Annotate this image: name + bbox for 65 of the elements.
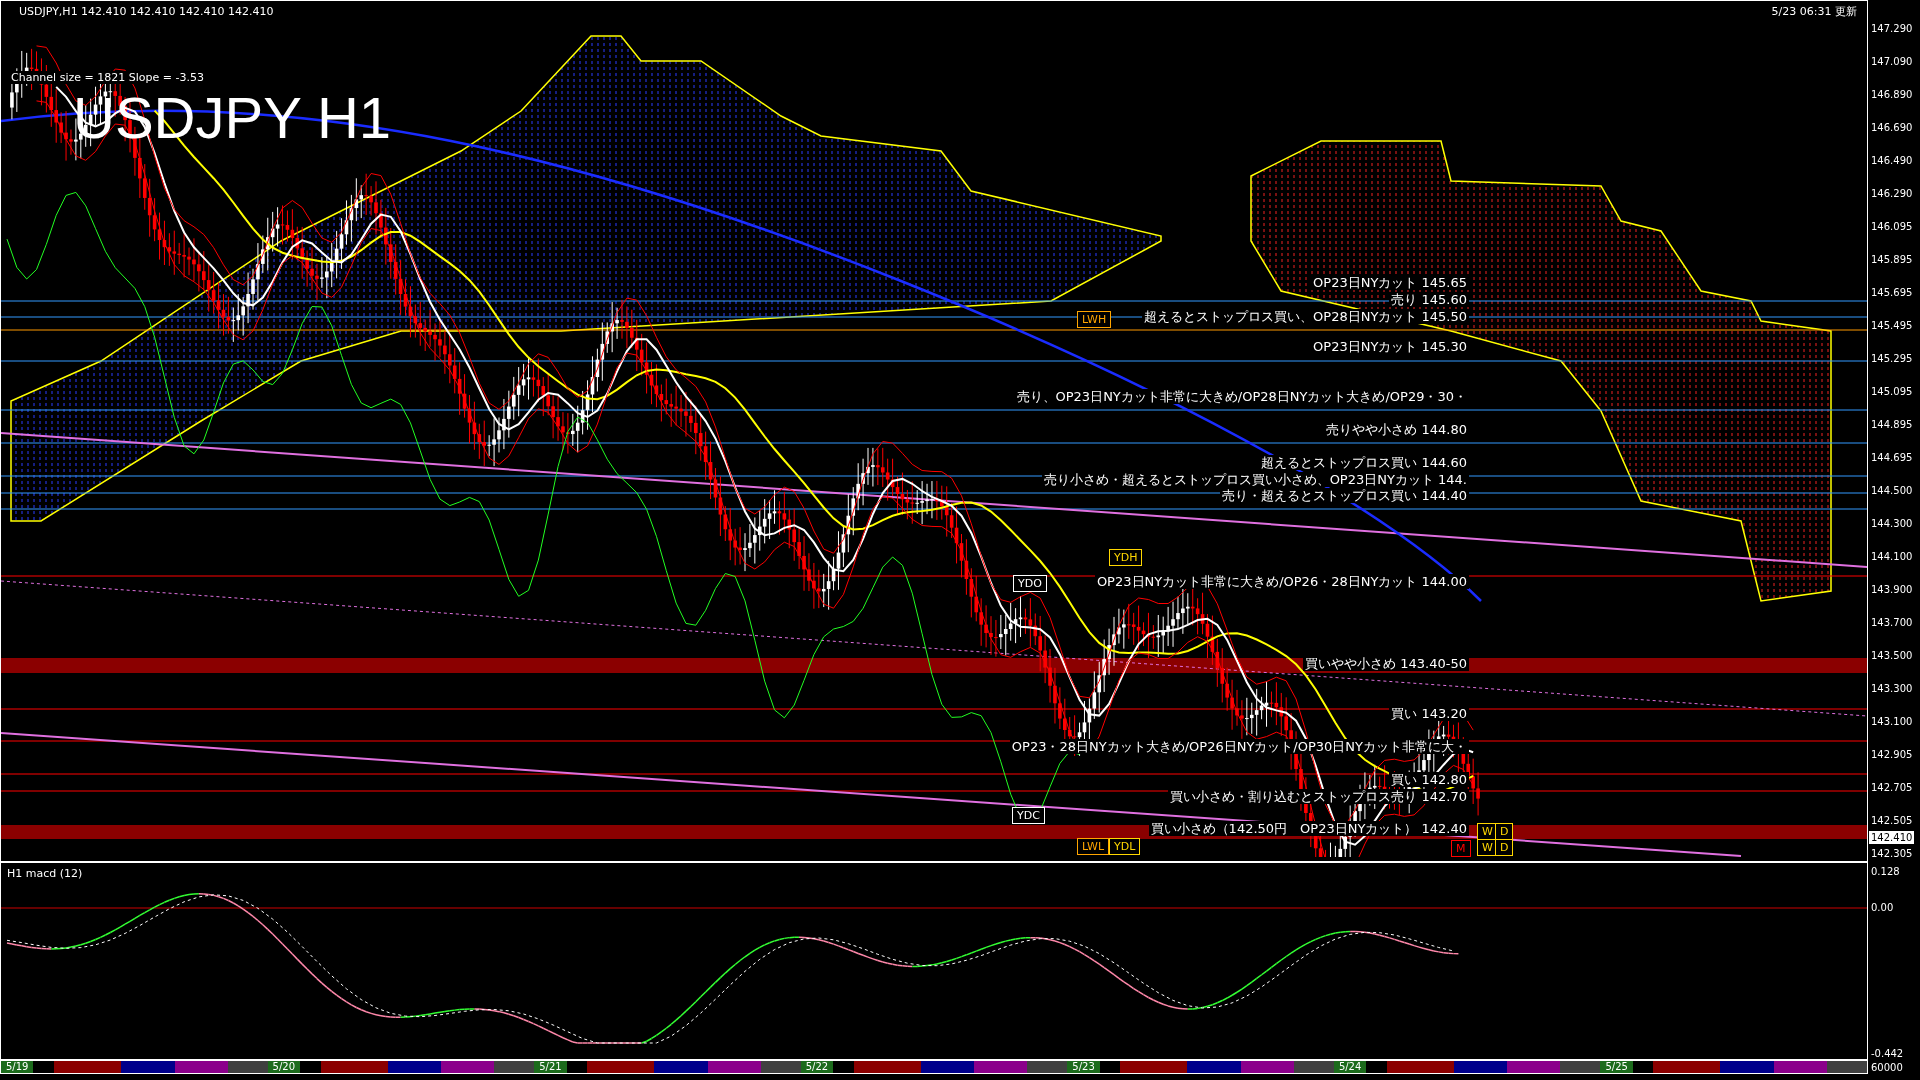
- level-tag: LWH: [1077, 311, 1112, 328]
- level-note: 買い小さめ・割り込むとストップロス売り 142.70: [1168, 789, 1469, 804]
- price-label: 146.290: [1871, 188, 1913, 200]
- level-note: 売り・超えるとストップロス買い 144.40: [1220, 488, 1469, 503]
- price-label: 144.895: [1871, 419, 1913, 431]
- level-note: OP23日NYカット 145.65: [1311, 275, 1469, 290]
- price-label: 145.495: [1871, 320, 1913, 332]
- level-note: OP23・28日NYカット大きめ/OP26日NYカット/OP30日NYカット非常に大・: [1009, 739, 1469, 754]
- volume-label: 60000: [1871, 1062, 1903, 1074]
- price-label: 144.500: [1871, 485, 1913, 497]
- macd-label: 0.00: [1871, 902, 1894, 914]
- date-label: 5/21: [534, 1061, 567, 1073]
- price-label: 146.490: [1871, 155, 1913, 167]
- price-label: 144.695: [1871, 452, 1913, 464]
- price-label: 142.705: [1871, 782, 1913, 794]
- price-label: 144.100: [1871, 551, 1913, 563]
- price-label: 146.890: [1871, 89, 1913, 101]
- level-tag: YDH: [1109, 549, 1143, 566]
- level-tag: M: [1451, 840, 1471, 857]
- macd-label: -0.442: [1871, 1048, 1904, 1060]
- date-label: 5/20: [267, 1061, 301, 1073]
- level-tag: LWL: [1077, 838, 1110, 855]
- macd-title: H1 macd (12): [7, 867, 83, 880]
- price-label: 146.095: [1871, 221, 1913, 233]
- level-note: 買い 143.20: [1389, 706, 1469, 721]
- level-tag: D: [1495, 839, 1514, 856]
- price-label: 142.905: [1871, 749, 1913, 761]
- level-note: 売り 145.60: [1389, 292, 1469, 307]
- level-tag: YDL: [1109, 838, 1141, 855]
- level-note: 売り小さめ・超えるとストップロス買い小さめ、OP23日NYカット 144.: [1041, 472, 1469, 487]
- date-label: 5/24: [1333, 1061, 1367, 1073]
- price-label: 142.305: [1871, 848, 1913, 860]
- price-label: 145.095: [1871, 386, 1913, 398]
- level-tag: YDO: [1013, 575, 1047, 592]
- level-note: OP23日NYカット 145.30: [1311, 339, 1469, 354]
- price-label: 147.290: [1871, 23, 1913, 35]
- level-tag: W: [1477, 839, 1498, 856]
- level-note: 買い 142.80: [1389, 772, 1469, 787]
- price-label: 143.100: [1871, 716, 1913, 728]
- price-label: 146.690: [1871, 122, 1913, 134]
- price-label: 147.090: [1871, 56, 1913, 68]
- price-label: 145.895: [1871, 254, 1913, 266]
- date-label: 5/19: [1, 1061, 34, 1073]
- price-label: 143.700: [1871, 617, 1913, 629]
- level-note: 買いやや小さめ 143.40-50: [1303, 656, 1469, 671]
- level-note: 買い小さめ（142.50円 OP23日NYカット） 142.40: [1148, 821, 1469, 836]
- price-label: 143.500: [1871, 650, 1913, 662]
- price-label: 142.505: [1871, 815, 1913, 827]
- price-label: 143.900: [1871, 584, 1913, 596]
- date-label: 5/23: [1067, 1061, 1100, 1073]
- date-label: 5/22: [800, 1061, 834, 1073]
- price-label: 145.695: [1871, 287, 1913, 299]
- price-label: 144.300: [1871, 518, 1913, 530]
- price-label: 145.295: [1871, 353, 1913, 365]
- level-note: 売りやや小さめ 144.80: [1324, 422, 1469, 437]
- level-note: 超えるとストップロス買い、OP28日NYカット 145.50: [1142, 309, 1469, 324]
- level-note: 超えるとストップロス買い 144.60: [1259, 455, 1469, 470]
- level-note: OP23日NYカット非常に大きめ/OP26・28日NYカット 144.00: [1094, 574, 1469, 589]
- price-label: 143.300: [1871, 683, 1913, 695]
- date-label: 5/25: [1600, 1061, 1633, 1073]
- channel-info: Channel size = 1821 Slope = -3.53: [11, 71, 204, 84]
- current-price: 142.410: [1869, 831, 1915, 844]
- macd-label: 0.128: [1871, 866, 1900, 878]
- level-tag: YDC: [1012, 807, 1045, 824]
- update-time: 5/23 06:31 更新: [1771, 5, 1857, 18]
